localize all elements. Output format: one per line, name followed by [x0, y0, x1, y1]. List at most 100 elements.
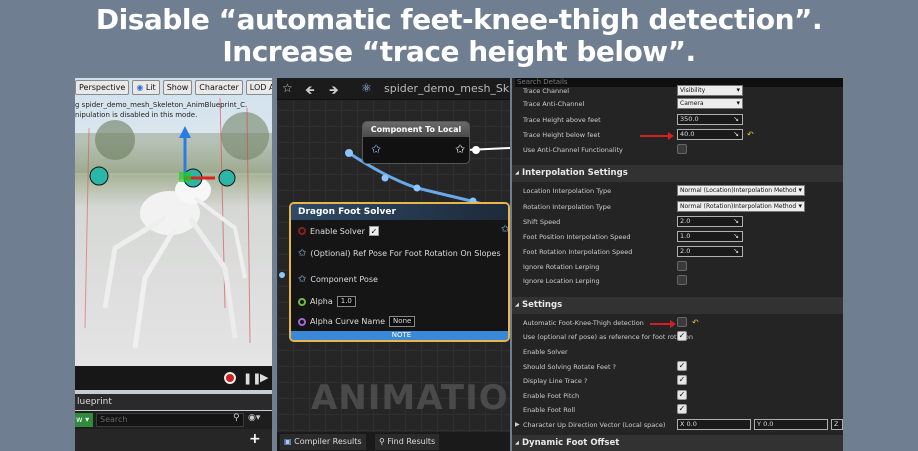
trace-height-above-input[interactable]: 350.0 [677, 114, 743, 125]
alpha-curve-input[interactable]: None [389, 316, 416, 327]
component-pose-icon: ✩ [298, 274, 307, 285]
y-axis-value: 0.0 [763, 420, 774, 428]
alpha-label: Alpha [310, 297, 333, 306]
add-icon[interactable]: + [249, 431, 261, 447]
dragon-foot-solver-node[interactable]: Dragon Foot Solver Enable Solver ✓ ✩ ✩ (… [289, 202, 510, 342]
trace-channel-label: Trace Channel [523, 87, 569, 95]
viewport-scene[interactable]: Perspective ◉ Lit Show Character LOD Aut… [75, 78, 272, 366]
automatic-fkt-row: Automatic Foot-Knee-Thigh detection ↶ [512, 316, 843, 330]
interpolation-settings-header[interactable]: Interpolation Settings [512, 165, 843, 182]
enable-solver-label: Enable Solver [310, 226, 365, 236]
lit-icon: ◉ [136, 83, 144, 92]
trace-height-above-label: Trace Height above feet [523, 116, 601, 124]
bool-pin-icon [298, 227, 306, 235]
view-options-button[interactable]: w ▾ [75, 413, 93, 427]
up-vector-y-input[interactable]: Y 0.0 [754, 419, 828, 430]
trace-channel-dropdown[interactable]: Visibility [677, 85, 743, 96]
use-ref-pose-label: Use (optional ref pose) as reference for… [523, 333, 694, 341]
use-anti-channel-checkbox[interactable] [677, 144, 687, 154]
pause-icon[interactable]: ❚❚ [243, 372, 261, 385]
automatic-fkt-checkbox[interactable] [677, 317, 687, 327]
foot-position-speed-input[interactable]: 1.0 [677, 231, 743, 242]
view-options-label: w [76, 415, 83, 424]
location-interp-row: Location Interpolation Type Normal (Loca… [512, 184, 843, 198]
rotation-interp-dropdown[interactable]: Normal (Rotation)Interpolation Method [677, 201, 805, 212]
use-ref-pose-checkbox[interactable]: ✓ [677, 331, 687, 341]
foot-position-speed-row: Foot Position Interpolation Speed 1.0 [512, 230, 843, 244]
ref-pose-pin[interactable]: ✩ (Optional) Ref Pose For Foot Rotation … [298, 248, 501, 259]
headline: Disable “automatic feet-knee-thigh detec… [0, 4, 918, 68]
ignore-rotation-lerping-row: Ignore Rotation Lerping [512, 260, 843, 274]
blueprint-tab[interactable]: lueprint [75, 394, 272, 410]
up-vector-x-input[interactable]: X 0.0 [677, 419, 751, 430]
foot-rotation-speed-row: Foot Rotation Interpolation Speed 2.0 [512, 245, 843, 259]
blueprint-search-input[interactable]: Search [96, 413, 244, 427]
enable-solver-checkbox[interactable]: ✓ [368, 226, 379, 236]
headline-line-1: Disable “automatic feet-knee-thigh detec… [95, 3, 823, 36]
tab-find-results[interactable]: ⚲ Find Results [375, 434, 440, 450]
anim-graph-panel[interactable]: ☆ 🡸 🡺 ⚛ spider_demo_mesh_Sk Component To… [277, 78, 510, 451]
component-to-local-node[interactable]: Component To Local ✩ ✩ [362, 121, 470, 164]
enable-solver-label: Enable Solver [523, 348, 568, 356]
play-icon[interactable]: ▶ [260, 371, 268, 384]
rotate-feet-checkbox[interactable]: ✓ [677, 361, 687, 371]
compiler-icon: ▣ [284, 437, 292, 446]
tab-compiler-results-label: Compiler Results [294, 437, 362, 446]
rotation-interp-row: Rotation Interpolation Type Normal (Rota… [512, 200, 843, 214]
lit-button[interactable]: ◉ Lit [132, 80, 160, 95]
use-ref-pose-row: Use (optional ref pose) as reference for… [512, 330, 843, 344]
location-interp-dropdown[interactable]: Normal (Location)Interpolation Method [677, 185, 805, 196]
ignore-rotation-lerping-checkbox[interactable] [677, 261, 687, 271]
character-button[interactable]: Character [195, 80, 243, 95]
reset-to-default-icon[interactable]: ↶ [747, 128, 754, 142]
trace-anti-channel-dropdown[interactable]: Camera [677, 98, 743, 109]
alpha-curve-pin[interactable]: Alpha Curve Name None [298, 316, 416, 327]
tab-compiler-results[interactable]: ▣ Compiler Results [280, 434, 366, 450]
alpha-pin[interactable]: Alpha 1.0 [298, 296, 356, 307]
note-bar: NOTE [291, 331, 508, 340]
eye-icon[interactable]: ◉▾ [248, 413, 260, 423]
dragon-foot-solver-title: Dragon Foot Solver [291, 204, 508, 220]
up-vector-z-input[interactable]: Z [831, 419, 843, 430]
show-button[interactable]: Show [162, 80, 193, 95]
ignore-location-lerping-checkbox[interactable] [677, 275, 687, 285]
automatic-fkt-label: Automatic Foot-Knee-Thigh detection [523, 319, 644, 327]
pose-pin-icon: ✩ [298, 248, 307, 259]
viewport-message-line-2: nipulation is disabled in this mode. [75, 111, 198, 119]
shift-speed-row: Shift Speed 2.0 [512, 215, 843, 229]
blueprint-list: + [75, 429, 272, 451]
float-pin-icon [298, 297, 306, 306]
enable-solver-pin[interactable]: Enable Solver ✓ [298, 226, 379, 236]
display-line-trace-checkbox[interactable]: ✓ [677, 375, 687, 385]
expand-arrow-icon[interactable]: ▶ [515, 418, 520, 432]
viewport-message: g spider_demo_mesh_Skeleton_AnimBlueprin… [75, 100, 247, 120]
name-pin-icon [298, 317, 306, 326]
dynamic-foot-offset-header[interactable]: Dynamic Foot Offset [512, 435, 843, 451]
search-icon[interactable]: ⚲ [233, 413, 240, 423]
enable-foot-roll-checkbox[interactable]: ✓ [677, 404, 687, 414]
use-anti-channel-row: Use Anti-Channel Functionality [512, 143, 843, 157]
trace-anti-channel-row: Trace Anti-Channel Camera [512, 97, 843, 111]
lod-button[interactable]: LOD Auto [245, 80, 272, 95]
alpha-input[interactable]: 1.0 [336, 296, 356, 307]
trace-anti-channel-label: Trace Anti-Channel [523, 100, 585, 108]
foot-rotation-speed-input[interactable]: 2.0 [677, 246, 743, 257]
use-anti-channel-label: Use Anti-Channel Functionality [523, 146, 623, 154]
trace-height-below-label: Trace Height below feet [523, 131, 600, 139]
record-icon[interactable] [224, 372, 236, 384]
shift-speed-input[interactable]: 2.0 [677, 216, 743, 227]
pose-in-icon: ✩ [371, 142, 382, 156]
binoculars-icon: ⚲ [379, 437, 385, 446]
component-to-local-title: Component To Local [363, 122, 469, 137]
trace-height-above-row: Trace Height above feet 350.0 [512, 113, 843, 127]
perspective-button[interactable]: Perspective [75, 80, 130, 95]
component-pose-pin[interactable]: ✩ Component Pose [298, 274, 378, 285]
display-line-trace-label: Display Line Trace ? [523, 377, 588, 385]
trace-height-below-row: Trace Height below feet 40.0 ↶ [512, 128, 843, 142]
settings-header[interactable]: Settings [512, 297, 843, 314]
enable-foot-pitch-label: Enable Foot Pitch [523, 392, 580, 400]
reset-to-default-icon[interactable]: ↶ [692, 316, 699, 330]
trace-height-below-input[interactable]: 40.0 [677, 129, 743, 140]
blueprint-toolbar: w ▾ Search ⚲ ◉▾ [75, 411, 272, 429]
enable-foot-pitch-checkbox[interactable]: ✓ [677, 390, 687, 400]
